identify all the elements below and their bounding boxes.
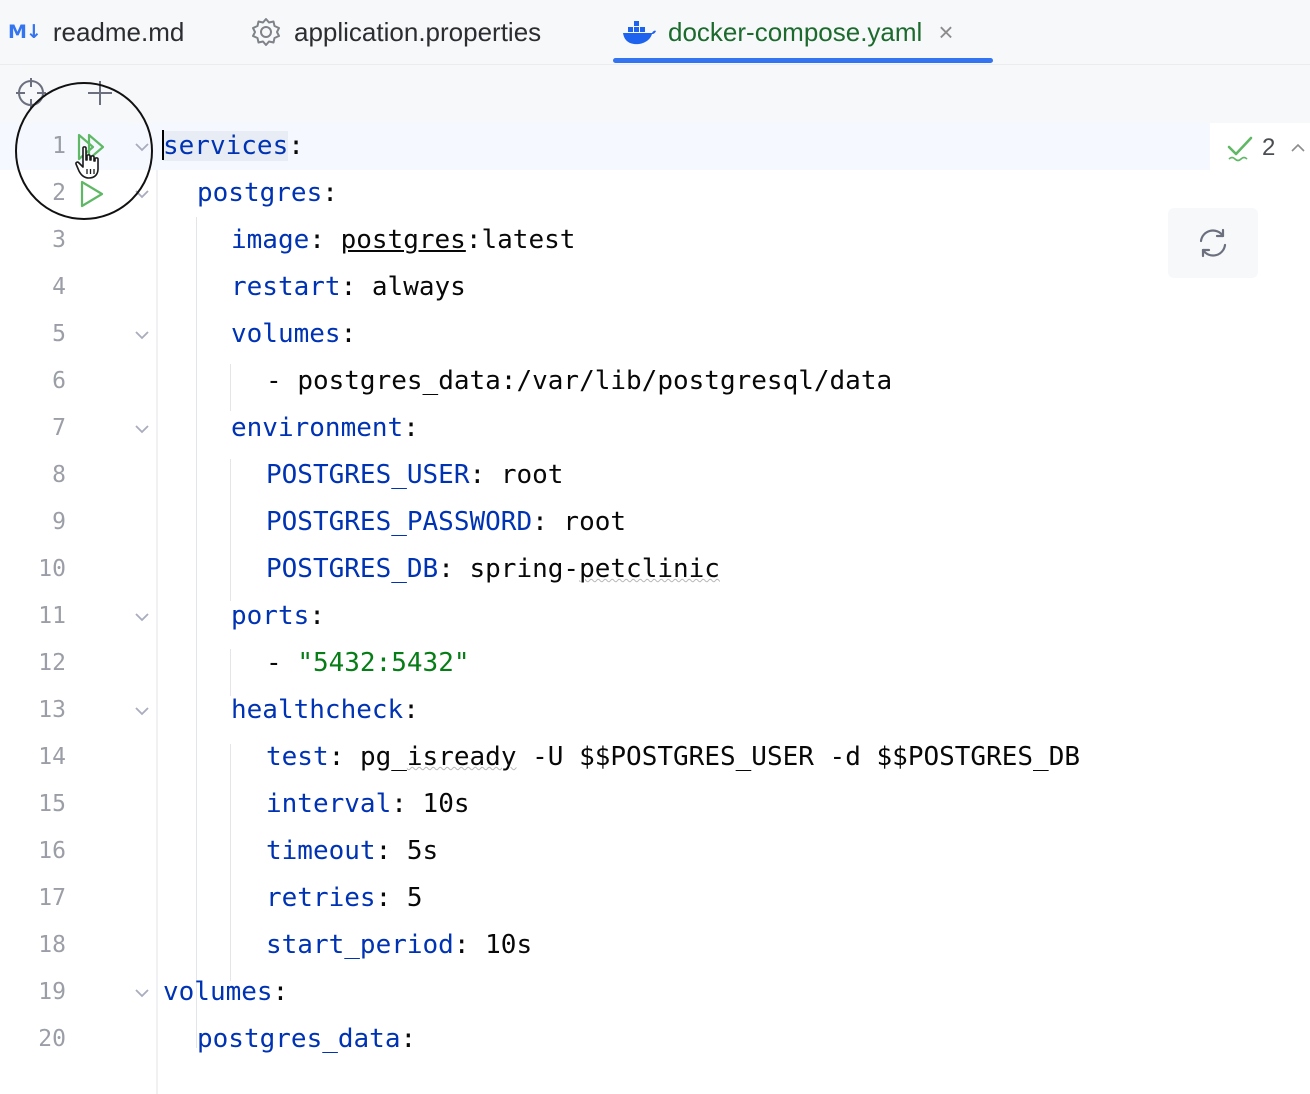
- tab-readme[interactable]: M↓ readme.md: [8, 0, 184, 64]
- code-line[interactable]: 12 - "5432:5432": [0, 640, 1310, 687]
- code-text: services:: [162, 129, 304, 161]
- code-line[interactable]: 9 POSTGRES_PASSWORD: root: [0, 499, 1310, 546]
- code-text: - "5432:5432": [266, 648, 470, 678]
- docker-icon: [622, 18, 656, 46]
- active-tab-indicator: [613, 58, 993, 63]
- tab-label: docker-compose.yaml: [668, 16, 923, 47]
- code-line[interactable]: 16 timeout: 5s: [0, 828, 1310, 875]
- code-text: environment:: [231, 413, 419, 443]
- inspection-count: 2: [1262, 134, 1276, 161]
- code-text: POSTGRES_DB: spring-petclinic: [266, 554, 720, 584]
- reload-changes-button[interactable]: [1168, 208, 1258, 278]
- code-line[interactable]: 2 postgres:: [0, 170, 1310, 217]
- code-text: postgres_data:: [197, 1024, 417, 1054]
- code-text: volumes:: [163, 977, 289, 1007]
- gear-icon: [250, 16, 282, 48]
- code-line[interactable]: 17 retries: 5: [0, 875, 1310, 922]
- editor-toolbar: [0, 65, 1310, 123]
- line-number: 8: [52, 462, 66, 488]
- code-text: ports:: [231, 601, 325, 631]
- code-line[interactable]: 20 postgres_data:: [0, 1016, 1310, 1063]
- code-line[interactable]: 4 restart: always: [0, 264, 1310, 311]
- tab-label: readme.md: [52, 16, 185, 47]
- check-icon: [1226, 134, 1254, 162]
- code-text: restart: always: [231, 272, 466, 302]
- fold-chevron-icon[interactable]: [130, 593, 154, 640]
- code-text: interval: 10s: [266, 789, 470, 819]
- code-line[interactable]: 13 healthcheck:: [0, 687, 1310, 734]
- code-line[interactable]: 6 - postgres_data:/var/lib/postgresql/da…: [0, 358, 1310, 405]
- line-number: 5: [52, 321, 66, 347]
- line-number: 4: [52, 274, 66, 300]
- code-line[interactable]: 7 environment:: [0, 405, 1310, 452]
- code-text: healthcheck:: [231, 695, 419, 725]
- expand-chevron-icon[interactable]: [1291, 143, 1305, 153]
- fold-chevron-icon[interactable]: [130, 311, 154, 358]
- highlight-circle-annotation: [15, 82, 153, 220]
- tab-label: application.properties: [294, 16, 542, 47]
- line-number: 17: [38, 885, 66, 911]
- tab-docker-compose[interactable]: docker-compose.yaml ×: [622, 0, 954, 64]
- code-text: POSTGRES_USER: root: [266, 460, 564, 490]
- code-text: POSTGRES_PASSWORD: root: [266, 507, 627, 537]
- code-text: image: postgres:latest: [231, 225, 576, 255]
- line-number: 15: [38, 791, 66, 817]
- tab-application-properties[interactable]: application.properties: [250, 0, 541, 64]
- line-number: 16: [38, 838, 66, 864]
- line-number: 12: [38, 650, 66, 676]
- line-number: 13: [38, 697, 66, 723]
- line-number: 19: [38, 979, 66, 1005]
- code-text: postgres:: [197, 178, 338, 208]
- line-number: 18: [38, 932, 66, 958]
- line-number: 20: [38, 1026, 66, 1052]
- code-line[interactable]: 19 volumes:: [0, 969, 1310, 1016]
- line-number: 11: [38, 603, 66, 629]
- code-line[interactable]: 1 services:: [0, 123, 1210, 170]
- fold-chevron-icon[interactable]: [130, 687, 154, 734]
- line-number: 7: [52, 415, 66, 441]
- code-line[interactable]: 8 POSTGRES_USER: root: [0, 452, 1310, 499]
- line-number: 14: [38, 744, 66, 770]
- code-text: volumes:: [231, 319, 357, 349]
- editor-tab-bar: M↓ readme.md application.properties dock…: [0, 0, 1310, 65]
- line-number: 6: [52, 368, 66, 394]
- code-line[interactable]: 10 POSTGRES_DB: spring-petclinic: [0, 546, 1310, 593]
- markdown-icon: M↓: [8, 21, 42, 43]
- code-line[interactable]: 11 ports:: [0, 593, 1310, 640]
- code-text: - postgres_data:/var/lib/postgresql/data: [266, 366, 893, 396]
- inspection-status[interactable]: 2: [1226, 133, 1305, 163]
- code-line[interactable]: 14 test: pg_isready -U $$POSTGRES_USER -…: [0, 734, 1310, 781]
- code-line[interactable]: 18 start_period: 10s: [0, 922, 1310, 969]
- fold-chevron-icon[interactable]: [130, 405, 154, 452]
- code-text: start_period: 10s: [266, 930, 533, 960]
- code-line[interactable]: 3 image: postgres:latest: [0, 217, 1310, 264]
- code-editor[interactable]: 1 services: 2 postgres: 3 image: postgre…: [0, 82, 1310, 1094]
- line-number: 9: [52, 509, 66, 535]
- code-text: timeout: 5s: [266, 836, 439, 866]
- line-number: 3: [52, 227, 66, 253]
- code-line[interactable]: 5 volumes:: [0, 311, 1310, 358]
- close-tab-icon[interactable]: ×: [938, 17, 953, 48]
- fold-chevron-icon[interactable]: [130, 969, 154, 1016]
- code-text: retries: 5: [266, 883, 423, 913]
- code-line[interactable]: 15 interval: 10s: [0, 781, 1310, 828]
- refresh-icon: [1195, 227, 1231, 259]
- code-text: test: pg_isready -U $$POSTGRES_USER -d $…: [266, 742, 1081, 772]
- line-number: 10: [38, 556, 66, 582]
